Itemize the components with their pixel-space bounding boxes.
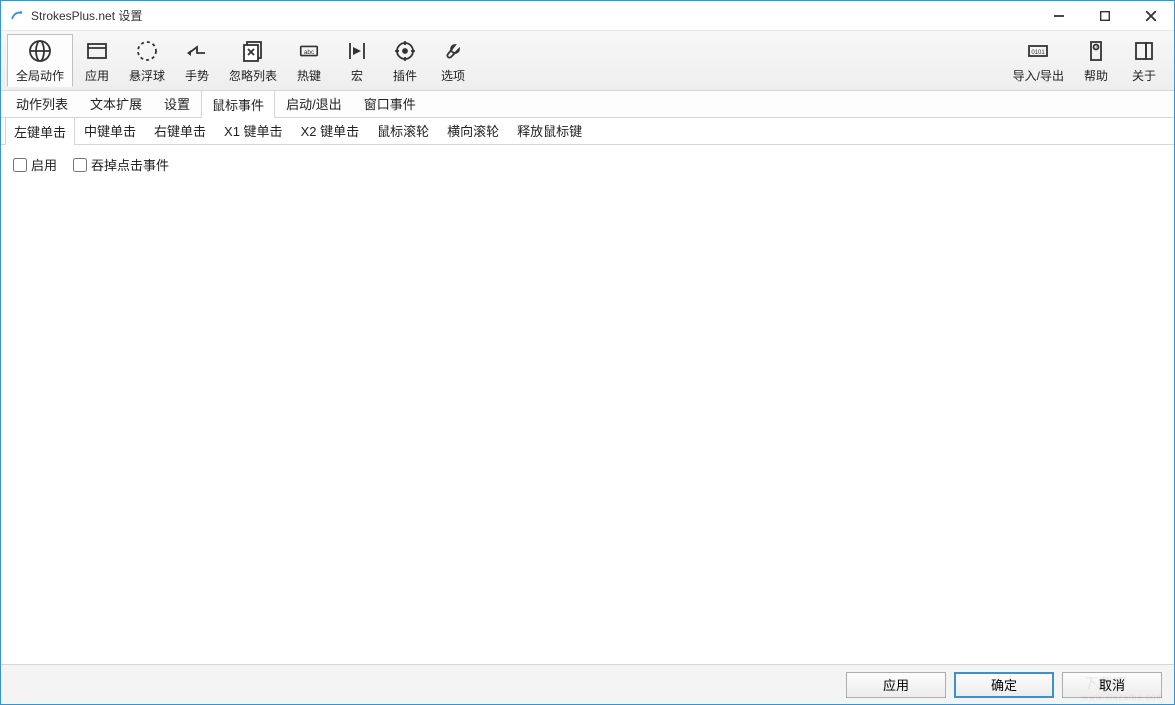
toolbar-plugin[interactable]: 插件 — [381, 34, 429, 87]
apply-button[interactable]: 应用 — [846, 672, 946, 698]
primary-tabs: 动作列表 文本扩展 设置 鼠标事件 启动/退出 窗口事件 — [1, 91, 1174, 118]
toolbar-help[interactable]: ? 帮助 — [1072, 35, 1120, 86]
window-title: StrokesPlus.net 设置 — [31, 7, 1036, 24]
subtab-left-click[interactable]: 左键单击 — [5, 117, 75, 145]
ignore-list-icon — [239, 37, 267, 65]
toolbar-gesture[interactable]: 手势 — [173, 34, 221, 87]
subtab-x1-click[interactable]: X1 键单击 — [215, 116, 292, 144]
footer-bar: 应用 确定 取消 下载吧www.xiazaiba.com — [1, 664, 1174, 704]
minimize-button[interactable] — [1036, 1, 1082, 30]
tab-text-expand[interactable]: 文本扩展 — [79, 89, 153, 117]
subtab-release[interactable]: 释放鼠标键 — [508, 116, 591, 144]
globe-icon — [26, 37, 54, 65]
subtab-middle-click[interactable]: 中键单击 — [75, 116, 145, 144]
tab-settings[interactable]: 设置 — [153, 89, 201, 117]
tab-startup-exit[interactable]: 启动/退出 — [275, 89, 353, 117]
wrench-icon — [439, 37, 467, 65]
toolbar-about[interactable]: 关于 — [1120, 35, 1168, 86]
plugin-icon — [391, 37, 419, 65]
title-bar: StrokesPlus.net 设置 — [1, 1, 1174, 31]
toolbar-ignore[interactable]: 忽略列表 — [221, 34, 285, 87]
cancel-button[interactable]: 取消 — [1062, 672, 1162, 698]
tab-mouse-events[interactable]: 鼠标事件 — [201, 90, 275, 118]
toolbar-float[interactable]: 悬浮球 — [121, 34, 173, 87]
about-icon — [1130, 37, 1158, 65]
tab-window-events[interactable]: 窗口事件 — [353, 89, 427, 117]
toolbar-options[interactable]: 选项 — [429, 34, 477, 87]
dashed-circle-icon — [133, 37, 161, 65]
toolbar-apps[interactable]: 应用 — [73, 34, 121, 87]
enable-checkbox-input[interactable] — [13, 158, 27, 172]
svg-text:0101: 0101 — [1032, 50, 1046, 56]
maximize-button[interactable] — [1082, 1, 1128, 30]
enable-checkbox[interactable]: 启用 — [13, 155, 57, 174]
help-icon: ? — [1082, 37, 1110, 65]
window-controls — [1036, 1, 1174, 30]
swallow-label: 吞掉点击事件 — [91, 155, 169, 174]
window-icon — [83, 37, 111, 65]
subtab-right-click[interactable]: 右键单击 — [145, 116, 215, 144]
content-panel: 启用 吞掉点击事件 — [1, 145, 1174, 664]
enable-label: 启用 — [31, 155, 57, 174]
macro-icon — [343, 37, 371, 65]
close-button[interactable] — [1128, 1, 1174, 30]
tab-action-list[interactable]: 动作列表 — [5, 89, 79, 117]
swallow-checkbox[interactable]: 吞掉点击事件 — [73, 155, 169, 174]
main-toolbar: 全局动作 应用 悬浮球 手势 忽略列表 abc 热键 宏 插件 — [1, 31, 1174, 91]
swallow-checkbox-input[interactable] — [73, 158, 87, 172]
svg-text:abc: abc — [304, 49, 315, 56]
toolbar-global-actions[interactable]: 全局动作 — [7, 34, 73, 87]
hotkey-icon: abc — [295, 37, 323, 65]
sub-tabs: 左键单击 中键单击 右键单击 X1 键单击 X2 键单击 鼠标滚轮 横向滚轮 释… — [1, 118, 1174, 145]
gesture-icon — [183, 37, 211, 65]
toolbar-macro[interactable]: 宏 — [333, 34, 381, 87]
import-export-icon: 0101 — [1024, 37, 1052, 65]
toolbar-hotkey[interactable]: abc 热键 — [285, 34, 333, 87]
subtab-x2-click[interactable]: X2 键单击 — [292, 116, 369, 144]
toolbar-import-export[interactable]: 0101 导入/导出 — [1005, 35, 1072, 86]
subtab-wheel[interactable]: 鼠标滚轮 — [368, 116, 438, 144]
app-icon — [9, 8, 25, 24]
ok-button[interactable]: 确定 — [954, 672, 1054, 698]
subtab-hwheel[interactable]: 横向滚轮 — [438, 116, 508, 144]
